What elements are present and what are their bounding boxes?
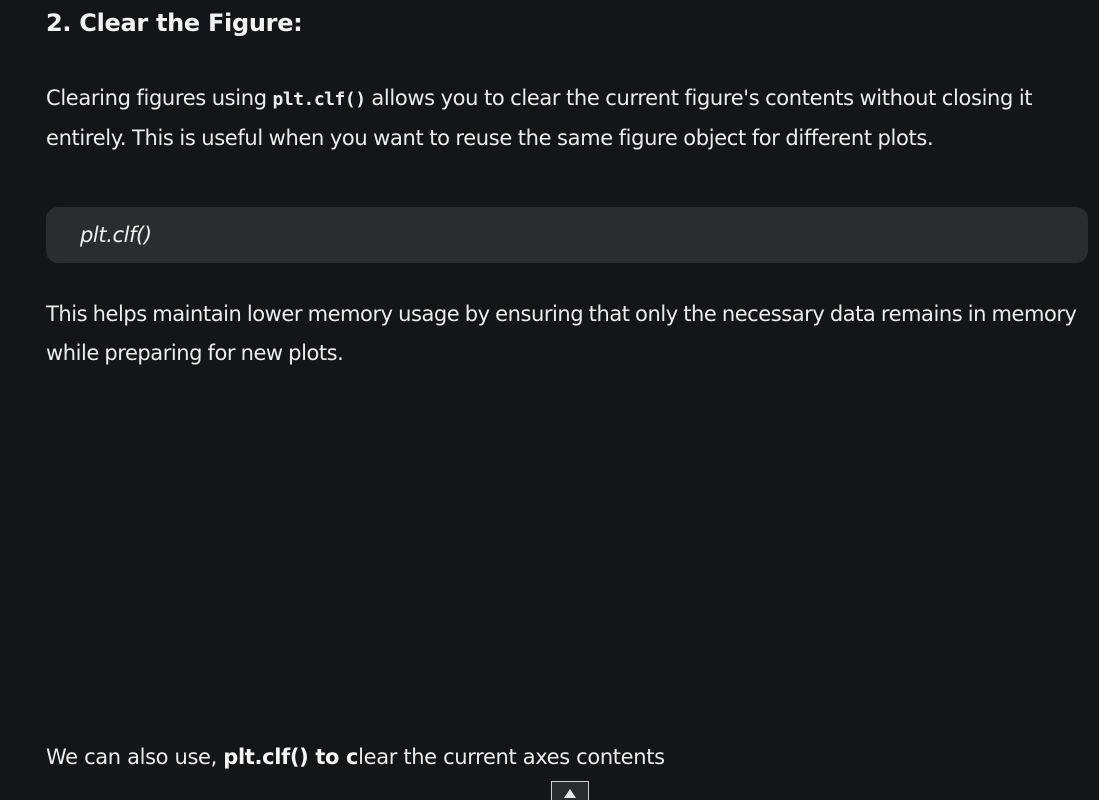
axes-text-after: lear the current axes contents — [358, 745, 665, 769]
arrow-up-icon — [564, 789, 576, 798]
intro-paragraph: Clearing figures using plt.clf() allows … — [46, 79, 1076, 157]
code-block: plt.clf() — [46, 207, 1088, 263]
axes-paragraph: We can also use, plt.clf() to clear the … — [46, 740, 665, 774]
memory-paragraph: This helps maintain lower memory usage b… — [46, 302, 1077, 365]
scroll-to-top-button[interactable] — [551, 781, 589, 800]
intro-text-before: Clearing figures using — [46, 86, 273, 110]
section-heading: 2. Clear the Figure: — [46, 9, 303, 37]
inline-code: plt.clf() — [272, 89, 367, 110]
axes-bold-text: plt.clf() to c — [223, 745, 359, 769]
code-block-text: plt.clf() — [80, 223, 152, 247]
axes-text-before: We can also use, — [46, 745, 224, 769]
